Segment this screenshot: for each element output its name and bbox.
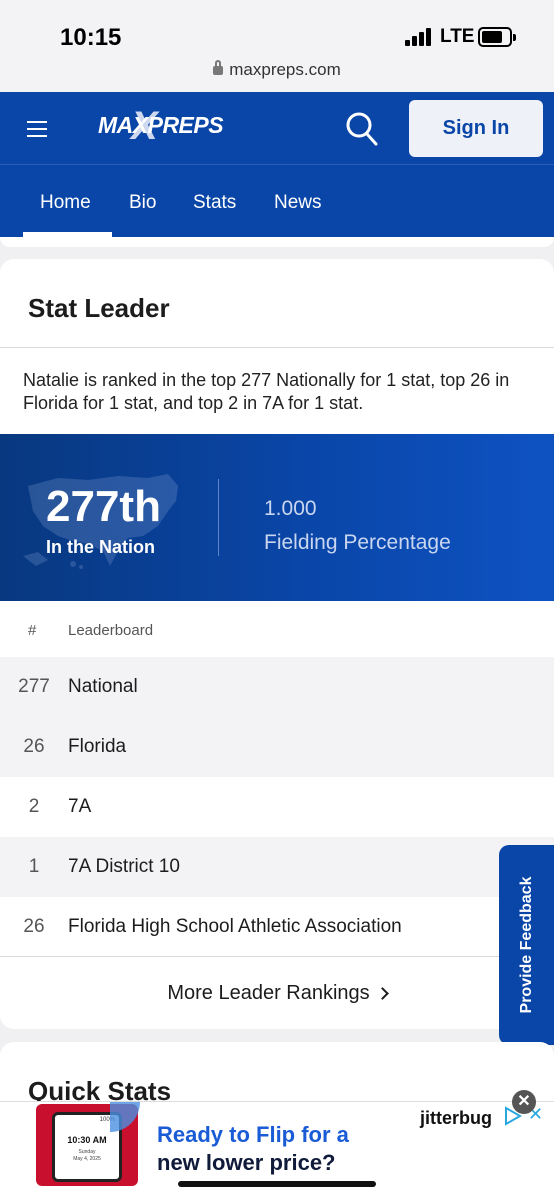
tab-home[interactable]: Home	[40, 192, 91, 214]
row-leaderboard: Florida High School Athletic Association	[68, 916, 402, 937]
battery-icon	[478, 27, 516, 47]
profile-tabs: Home Bio Stats News	[0, 165, 554, 237]
address-bar[interactable]: maxpreps.com	[0, 60, 554, 80]
table-row[interactable]: 26 Florida High School Athletic Associat…	[0, 897, 554, 957]
stat-value: 1.000	[264, 497, 317, 520]
previous-card-edge	[0, 237, 554, 247]
row-leaderboard: National	[68, 676, 138, 697]
row-leaderboard: 7A District 10	[68, 856, 180, 877]
url-text: maxpreps.com	[229, 60, 341, 79]
lock-icon	[213, 60, 224, 75]
table-row[interactable]: 1 7A District 10	[0, 837, 554, 897]
ad-banner[interactable]: 100% 10:30 AM Sunday May 4, 2025 Ready t…	[0, 1101, 554, 1187]
card-title: Stat Leader	[28, 293, 170, 323]
table-row[interactable]: 277 National	[0, 657, 554, 717]
row-rank: 277	[18, 676, 50, 697]
row-rank: 26	[23, 736, 45, 757]
rank-banner: 277th In the Nation 1.000 Fielding Perce…	[0, 434, 554, 601]
column-header-rank: #	[28, 622, 37, 639]
divider	[0, 956, 554, 957]
more-link-label: More Leader Rankings	[167, 982, 370, 1004]
close-ad-button[interactable]: ✕	[512, 1090, 536, 1114]
ad-phone-date: May 4, 2025	[73, 1156, 101, 1162]
provide-feedback-button[interactable]: Provide Feedback	[499, 845, 554, 1045]
ad-phone-day: Sunday	[78, 1149, 96, 1155]
bottom-safe-area	[0, 1187, 554, 1200]
site-header: X MAXPREPS Sign In	[0, 92, 554, 165]
row-leaderboard: Florida	[68, 736, 127, 757]
row-rank: 26	[23, 916, 45, 937]
row-rank: 1	[28, 856, 40, 877]
banner-divider	[218, 479, 219, 556]
table-row[interactable]: 26 Florida	[0, 717, 554, 777]
row-leaderboard: 7A	[68, 796, 92, 817]
row-rank: 2	[28, 796, 40, 817]
chevron-right-icon	[375, 987, 389, 1000]
rank-summary: Natalie is ranked in the top 277 Nationa…	[23, 370, 510, 413]
tab-news[interactable]: News	[274, 192, 322, 214]
ad-headline-2: new lower price?	[157, 1150, 336, 1175]
rank-scope: In the Nation	[46, 537, 155, 557]
divider	[0, 347, 554, 348]
tab-bio[interactable]: Bio	[129, 192, 156, 214]
home-indicator	[178, 1181, 376, 1187]
menu-icon[interactable]	[27, 121, 47, 137]
stat-leader-card: Stat Leader Natalie is ranked in the top…	[0, 259, 554, 1029]
more-leader-rankings-link[interactable]: More Leader Rankings	[0, 982, 554, 1005]
status-bar: 10:15 LTE maxpreps.com	[0, 0, 554, 92]
ad-brand: jitterbug	[420, 1108, 492, 1128]
maxpreps-logo[interactable]: MAXPREPS	[98, 112, 224, 139]
search-icon[interactable]	[345, 111, 378, 146]
feedback-label: Provide Feedback	[518, 876, 535, 1014]
table-row[interactable]: 2 7A	[0, 777, 554, 837]
rank-value: 277th	[46, 482, 161, 531]
tab-stats[interactable]: Stats	[193, 192, 236, 214]
signal-icon	[405, 28, 433, 46]
ad-phone-time: 10:30 AM	[67, 1135, 107, 1145]
stat-name: Fielding Percentage	[264, 531, 451, 554]
status-time: 10:15	[60, 24, 122, 51]
network-label: LTE	[440, 26, 475, 47]
sign-in-button[interactable]: Sign In	[409, 100, 543, 157]
column-header-leaderboard: Leaderboard	[68, 622, 154, 639]
ad-headline-1: Ready to Flip for a	[157, 1122, 349, 1147]
